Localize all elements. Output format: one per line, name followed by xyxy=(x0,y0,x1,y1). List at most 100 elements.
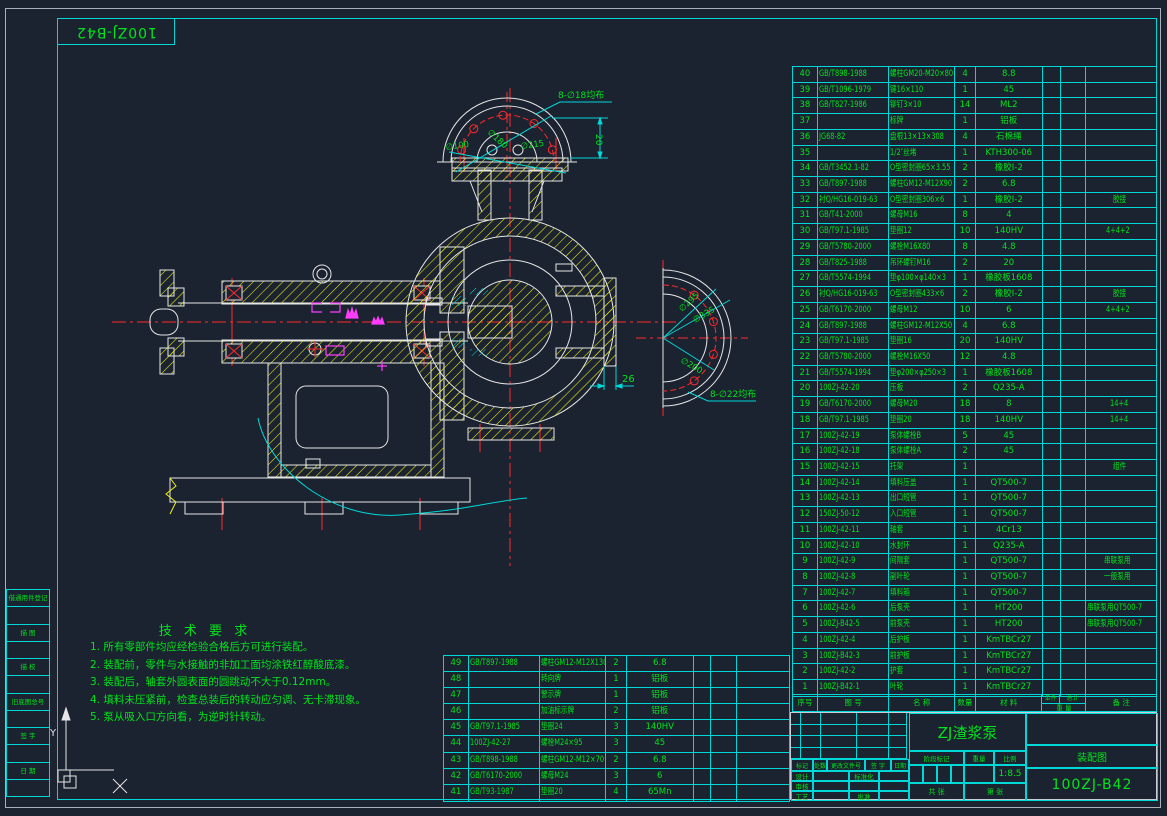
bom-cell-note xyxy=(1086,161,1156,176)
bom-cell-total-weight xyxy=(1061,617,1087,632)
bom-cell-code: GB/T6170-2000 xyxy=(818,397,890,412)
bom-cell-name: 间隔套 xyxy=(889,554,955,569)
bom-cell-material: 橡胶Ⅰ-2 xyxy=(976,193,1043,208)
bom-cell-unit-weight xyxy=(694,704,712,719)
bom-cell-code: GB/T41-2000 xyxy=(818,208,890,223)
bom-cell-name: 前泵壳 xyxy=(889,617,955,632)
bom-table-main: 40 GB/T898-1988 螺柱GM20-M20×80 4 8.8 39 G… xyxy=(792,66,1157,697)
bom-cell-total-weight xyxy=(1061,224,1087,239)
role-craft: 工艺 xyxy=(791,791,813,801)
role-design: 设计 xyxy=(791,771,813,781)
bom-cell-note: 串联泵用QT500-7 xyxy=(1086,617,1156,632)
bom-cell-qty: 1 xyxy=(606,672,627,687)
bom-cell-note xyxy=(737,656,789,671)
bom-cell-note xyxy=(1086,177,1156,192)
bom-row: 25 GB/T6170-2000 螺母M12 10 6 4+4+2 xyxy=(793,303,1156,319)
bom-cell-no: 48 xyxy=(444,672,469,687)
bom-cell-unit-weight xyxy=(1043,114,1061,129)
bom-cell-qty: 1 xyxy=(955,491,976,506)
bom-cell-note xyxy=(1086,83,1156,98)
bom-cell-code: GB/T1096-1979 xyxy=(818,83,890,98)
bom-cell-unit-weight xyxy=(1043,83,1061,98)
bom-cell-no: 5 xyxy=(793,617,818,632)
cursor-cross[interactable] xyxy=(113,779,127,793)
bom-cell-qty: 4 xyxy=(955,67,976,82)
bom-cell-unit-weight xyxy=(1043,287,1061,302)
tech-req-title: 技 术 要 求 xyxy=(90,620,320,639)
outlet-holes-note: 8-∅18均布 xyxy=(558,89,604,101)
bom-cell-note xyxy=(1086,319,1156,334)
bom-cell-total-weight xyxy=(711,736,737,751)
bom-cell-total-weight xyxy=(1061,350,1087,365)
bom-cell-code: 100ZJ-42-6 xyxy=(818,601,890,616)
weight-value xyxy=(964,765,994,783)
bom-cell-unit-weight xyxy=(1043,334,1061,349)
bom-row: 38 GB/T827-1986 铆钉3×10 14 ML2 xyxy=(793,98,1156,114)
bom-cell-qty: 1 xyxy=(606,688,627,703)
bom-cell-unit-weight xyxy=(1043,664,1061,679)
bom-header: 序号 图 号 名 称 数量 材 料 单件 总计 重 量 备 注 xyxy=(792,694,1157,712)
bom-cell-unit-weight xyxy=(1043,161,1061,176)
bom-cell-material: 140HV xyxy=(976,334,1043,349)
bom-cell-name: O型密封圈306×6 xyxy=(889,193,955,208)
bom-cell-name: 1/2″丝堵 xyxy=(889,146,955,161)
bom-cell-unit-weight xyxy=(1043,319,1061,334)
bom-cell-material: 6 xyxy=(976,303,1043,318)
bom-cell-no: 21 xyxy=(793,366,818,381)
bom-cell-qty: 2 xyxy=(606,704,627,719)
bom-cell-no: 40 xyxy=(793,67,818,82)
bom-cell-note xyxy=(1086,366,1156,381)
bom-cell-total-weight xyxy=(1061,130,1087,145)
bom-cell-note xyxy=(1086,208,1156,223)
bom-cell-total-weight xyxy=(1061,381,1087,396)
bom-cell-name: 副叶轮 xyxy=(889,570,955,585)
bom-cell-qty: 2 xyxy=(955,256,976,271)
bom-row: 32 衬Q/HG16-019-63 O型密封圈306×6 1 橡胶Ⅰ-2 胶接 xyxy=(793,193,1156,209)
scale-value: 1:8.5 xyxy=(994,765,1026,783)
bom-cell-no: 9 xyxy=(793,554,818,569)
bom-cell-name: 加油标示牌 xyxy=(540,704,606,719)
bom-cell-unit-weight xyxy=(694,736,712,751)
bom-cell-total-weight xyxy=(1061,429,1087,444)
role-audit: 审核 xyxy=(791,781,813,791)
bom-cell-unit-weight xyxy=(1043,381,1061,396)
bom-cell-qty: 1 xyxy=(955,523,976,538)
bom-cell-no: 28 xyxy=(793,256,818,271)
bom-cell-material: 铝板 xyxy=(976,114,1043,129)
bom-cell-unit-weight xyxy=(1043,208,1061,223)
bom-cell-qty: 1 xyxy=(955,586,976,601)
bom-row: 41 GB/T93-1987 垫圈20 4 65Mn xyxy=(444,785,789,801)
bom-cell-no: 15 xyxy=(793,460,818,475)
bom-cell-no: 10 xyxy=(793,539,818,554)
bom-cell-total-weight xyxy=(1061,633,1087,648)
bom-cell-no: 16 xyxy=(793,444,818,459)
technical-requirements: 技 术 要 求 1. 所有零部件均应经检验合格后方可进行装配。2. 装配前，零件… xyxy=(90,620,440,727)
bom-cell-qty: 2 xyxy=(955,177,976,192)
bom-cell-name: 泵体螺栓B xyxy=(889,429,955,444)
bom-cell-unit-weight xyxy=(1043,67,1061,82)
bom-cell-unit-weight xyxy=(1043,350,1061,365)
rev-file-label: 更改文件号 xyxy=(827,759,865,771)
bom-cell-total-weight xyxy=(1061,664,1087,679)
bom-cell-qty: 4 xyxy=(955,130,976,145)
bom-row: 7 100ZJ-42-7 填料箱 1 QT500-7 xyxy=(793,586,1156,602)
bom-cell-qty: 1 xyxy=(955,83,976,98)
bom-cell-material: Q235-A xyxy=(976,539,1043,554)
bom-cell-name: 压板 xyxy=(889,381,955,396)
bom-cell-name: 螺柱GM12-M12×70 xyxy=(540,753,606,768)
bom-cell-name: 螺柱GM20-M20×80 xyxy=(889,67,955,82)
bom-cell-name: 前护板 xyxy=(889,649,955,664)
bom-cell-material: QT500-7 xyxy=(976,476,1043,491)
bom-row: 21 GB/T5574-1994 垫φ200×φ250×3 1 橡胶板1608 xyxy=(793,366,1156,382)
bom-header-total: 总计 xyxy=(1060,695,1085,703)
bom-cell-no: 22 xyxy=(793,350,818,365)
bom-cell-name: 吊环螺钉M16 xyxy=(889,256,955,271)
bom-cell-qty: 1 xyxy=(955,460,976,475)
bom-cell-unit-weight xyxy=(1043,601,1061,616)
bom-row: 2 100ZJ-42-2 护套 1 KmTBCr27 xyxy=(793,664,1156,680)
bom-cell-code: GB/T93-1987 xyxy=(469,785,541,801)
bom-row: 20 100ZJ-42-20 压板 2 Q235-A xyxy=(793,381,1156,397)
bom-cell-unit-weight xyxy=(1043,146,1061,161)
bom-cell-note xyxy=(737,688,789,703)
bom-cell-name: 垫圈12 xyxy=(889,224,955,239)
